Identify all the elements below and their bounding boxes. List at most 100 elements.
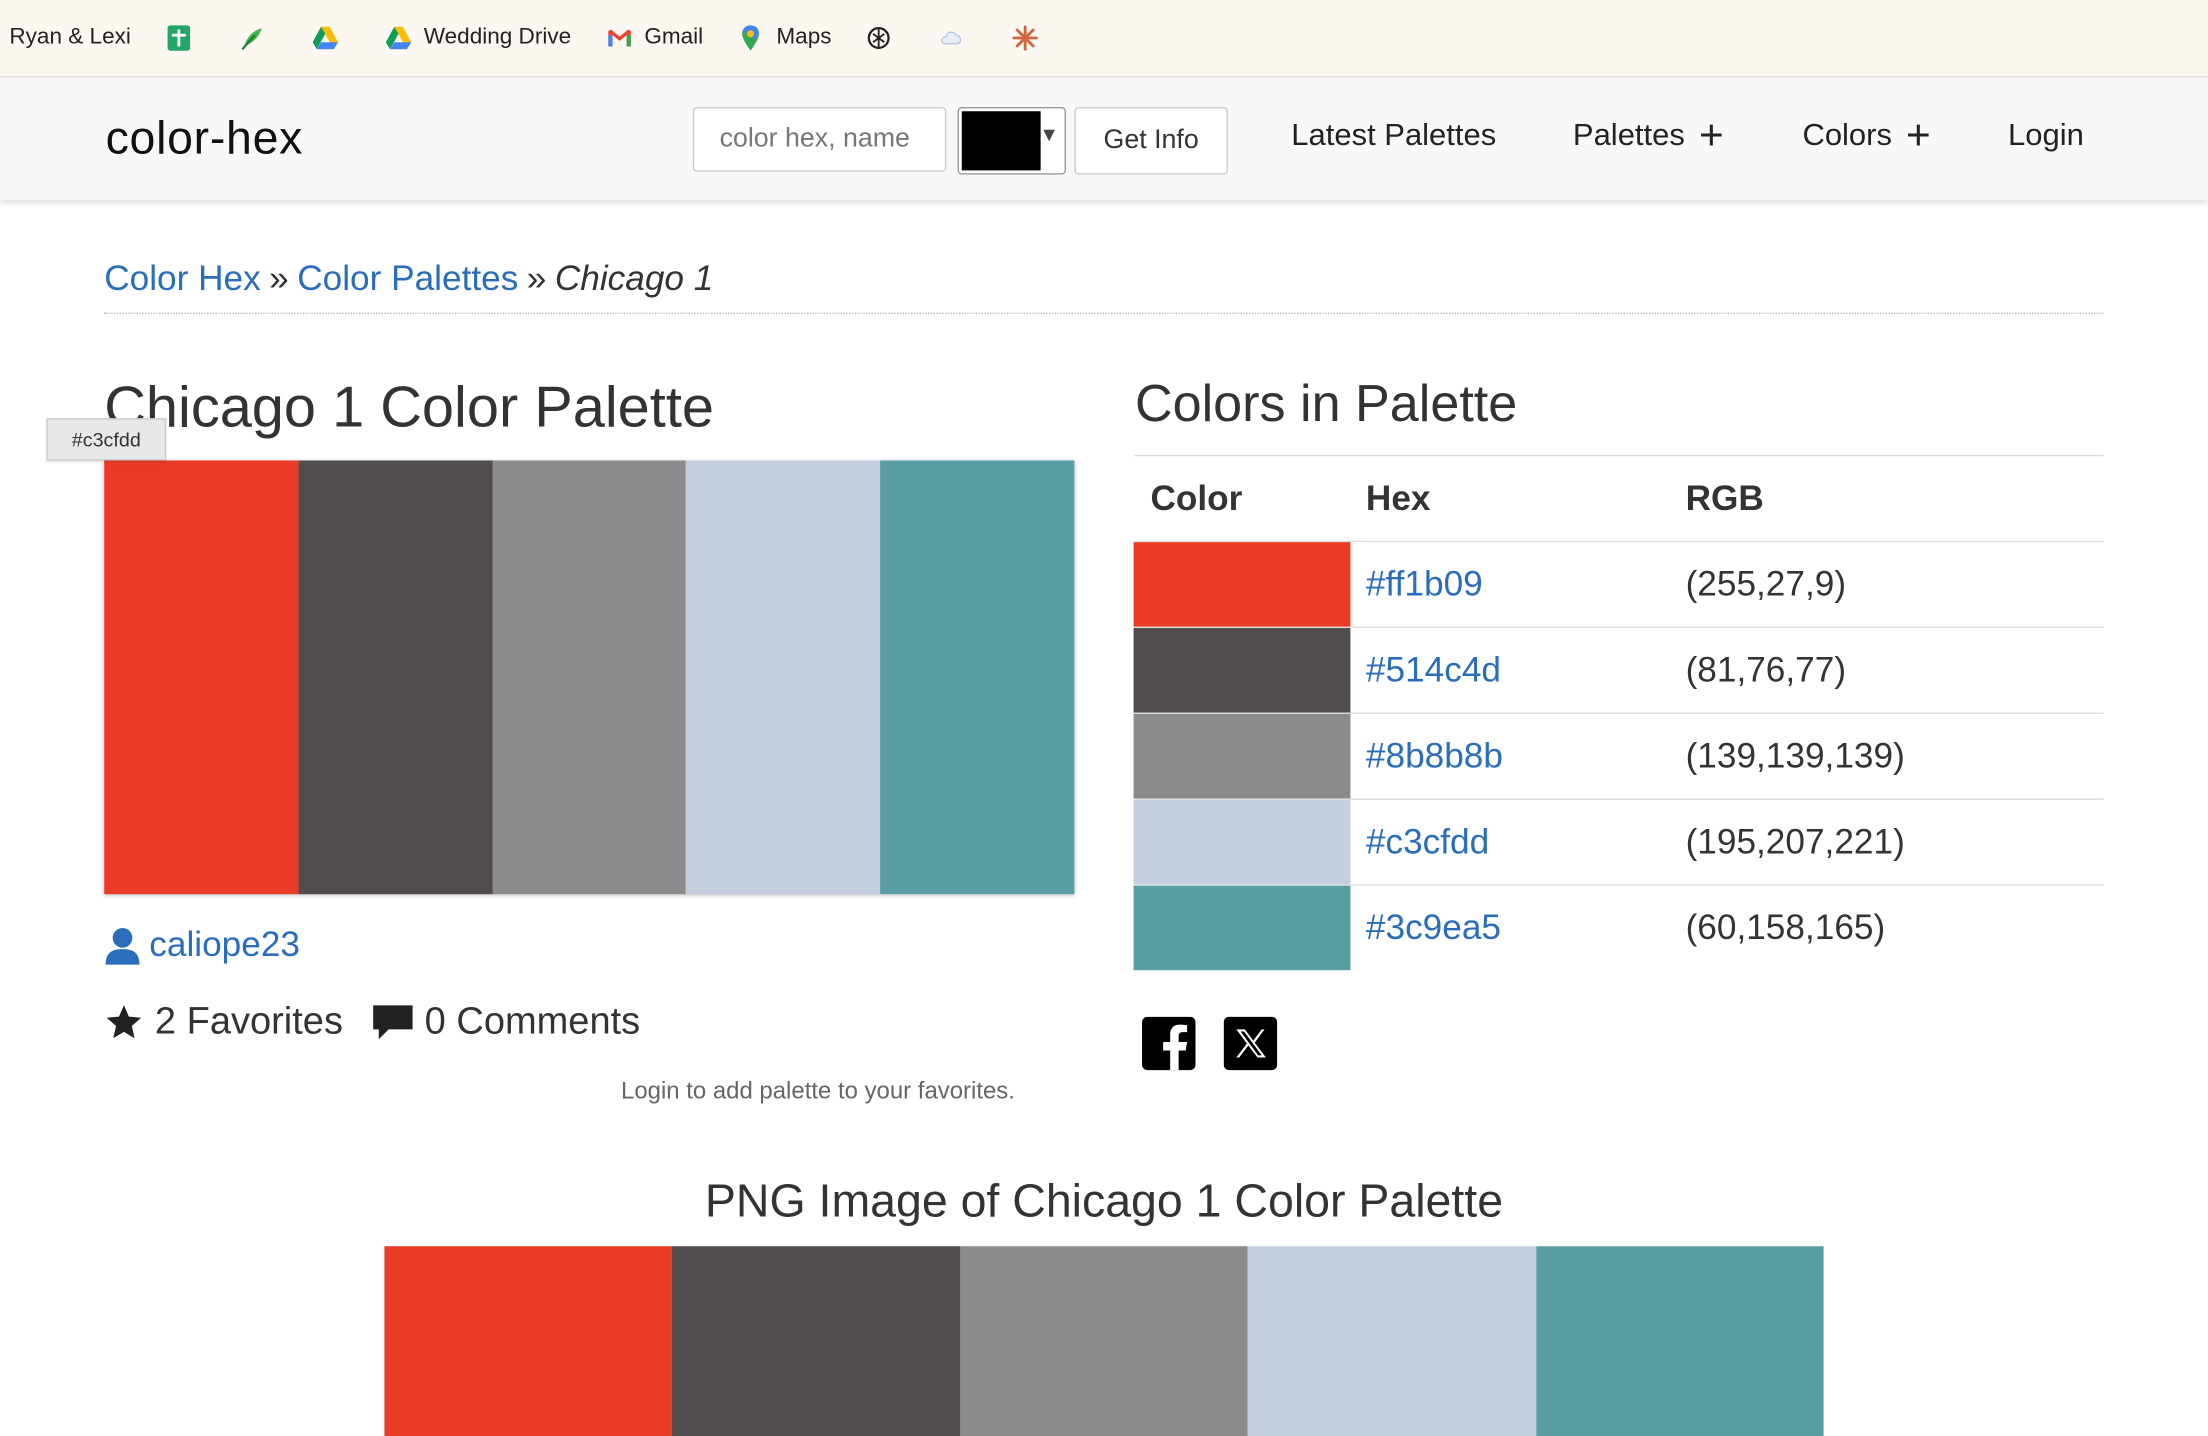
palette-preview bbox=[104, 460, 1075, 895]
color-tooltip: #c3cfdd bbox=[46, 418, 167, 461]
row-rgb: (255,27,9) bbox=[1685, 564, 1847, 605]
color-picker-swatch bbox=[961, 111, 1041, 171]
table-row: #ff1b09 (255,27,9) bbox=[1133, 542, 2104, 629]
png-color-1 bbox=[384, 1246, 673, 1436]
breadcrumb-separator: » bbox=[526, 259, 547, 299]
sheets-icon bbox=[167, 25, 191, 51]
bookmark-gmail[interactable]: Gmail bbox=[605, 24, 703, 52]
bookmark-ryan-lexi[interactable]: ‹ Ryan & Lexi bbox=[0, 25, 131, 50]
nav-latest-label: Latest Palettes bbox=[1291, 116, 1497, 153]
bookmark-wedding-drive[interactable]: Wedding Drive bbox=[384, 24, 571, 52]
table-row: #3c9ea5 (60,158,165) bbox=[1133, 885, 2104, 971]
png-color-4 bbox=[1247, 1246, 1536, 1436]
maps-icon bbox=[742, 25, 760, 51]
row-swatch bbox=[1133, 885, 1351, 971]
palette-color-1[interactable] bbox=[104, 460, 299, 895]
plus-icon: + bbox=[1698, 112, 1724, 160]
row-hex-link[interactable]: #ff1b09 bbox=[1366, 565, 1483, 606]
author-link[interactable]: caliope23 bbox=[104, 925, 300, 966]
bookmark-drive[interactable] bbox=[311, 24, 350, 52]
facebook-share-icon[interactable] bbox=[1142, 1016, 1196, 1071]
site-logo[interactable]: color-hex bbox=[106, 111, 303, 165]
x-share-icon[interactable] bbox=[1223, 1016, 1278, 1071]
bookmark-sheets[interactable] bbox=[165, 24, 204, 52]
row-hex-link[interactable]: #c3cfdd bbox=[1366, 822, 1489, 863]
palette-color-5[interactable] bbox=[880, 460, 1075, 895]
nav-colors-label: Colors bbox=[1802, 116, 1892, 153]
png-color-5 bbox=[1535, 1246, 1824, 1436]
nav-palettes-dropdown[interactable]: Palettes + bbox=[1572, 115, 1724, 157]
bookmark-cloud[interactable] bbox=[939, 24, 978, 52]
claude-icon bbox=[1013, 25, 1039, 51]
nav-login[interactable]: Login bbox=[2008, 117, 2084, 154]
openai-icon bbox=[868, 27, 891, 50]
user-icon bbox=[105, 927, 140, 964]
gmail-icon bbox=[607, 29, 631, 47]
plus-icon: + bbox=[1906, 112, 1931, 160]
table-row: #8b8b8b (139,139,139) bbox=[1133, 713, 2104, 800]
bookmark-claude[interactable] bbox=[1012, 24, 1051, 52]
breadcrumb: Color Hex» Color Palettes» Chicago 1 bbox=[104, 259, 2104, 315]
author-name: caliope23 bbox=[149, 925, 300, 965]
palette-stats: 2 Favorites 0 Comments bbox=[104, 1000, 640, 1044]
star-icon bbox=[106, 1004, 142, 1038]
png-color-3 bbox=[960, 1246, 1248, 1436]
comments-stat[interactable]: 0 Comments bbox=[371, 1000, 640, 1044]
colors-table: Color Hex RGB #ff1b09 (255,27,9) #514c4d… bbox=[1133, 454, 2104, 971]
nav-colors-dropdown[interactable]: Colors + bbox=[1802, 115, 1930, 157]
search-input[interactable] bbox=[692, 107, 947, 172]
bookmark-label: Wedding Drive bbox=[423, 25, 572, 50]
header-rgb: RGB bbox=[1685, 478, 1764, 519]
row-hex-link[interactable]: #514c4d bbox=[1366, 651, 1501, 692]
palette-color-2[interactable] bbox=[298, 460, 493, 895]
breadcrumb-home[interactable]: Color Hex bbox=[104, 259, 261, 298]
row-rgb: (139,139,139) bbox=[1685, 736, 1905, 776]
favorites-stat[interactable]: 2 Favorites bbox=[104, 1000, 343, 1044]
row-swatch bbox=[1133, 713, 1351, 799]
breadcrumb-palettes[interactable]: Color Palettes bbox=[297, 259, 518, 298]
table-header: Color Hex RGB bbox=[1133, 456, 2104, 543]
bookmark-label: Maps bbox=[776, 25, 832, 50]
png-palette-image bbox=[384, 1246, 1824, 1436]
row-hex-link[interactable]: #8b8b8b bbox=[1366, 736, 1503, 777]
palette-color-3[interactable] bbox=[492, 460, 687, 895]
feather-icon bbox=[241, 28, 262, 50]
cloud-icon bbox=[941, 31, 962, 45]
row-rgb: (60,158,165) bbox=[1685, 908, 1886, 948]
breadcrumb-separator: » bbox=[269, 259, 289, 299]
row-swatch bbox=[1133, 542, 1351, 627]
bookmark-feather[interactable] bbox=[238, 24, 277, 52]
nav-login-label: Login bbox=[2008, 116, 2084, 153]
color-picker[interactable]: ▼ bbox=[957, 107, 1066, 175]
row-rgb: (195,207,221) bbox=[1685, 822, 1905, 862]
bookmark-label: Gmail bbox=[644, 25, 704, 50]
row-swatch bbox=[1133, 628, 1351, 713]
page-title: Chicago 1 Color Palette bbox=[104, 374, 714, 440]
palette-color-4[interactable] bbox=[686, 460, 881, 895]
page-root: ‹ Ryan & Lexi bbox=[0, 0, 2208, 1436]
table-row: #c3cfdd (195,207,221) bbox=[1133, 799, 2104, 886]
bookmark-openai[interactable] bbox=[865, 24, 904, 52]
png-section-title: PNG Image of Chicago 1 Color Palette bbox=[704, 1174, 1504, 1227]
nav-palettes-label: Palettes bbox=[1572, 116, 1685, 153]
drive-icon bbox=[385, 26, 412, 50]
nav-latest-palettes[interactable]: Latest Palettes bbox=[1291, 117, 1496, 154]
bookmark-maps[interactable]: Maps bbox=[737, 24, 832, 52]
bookmark-label: Ryan & Lexi bbox=[9, 25, 131, 50]
comments-count: 0 Comments bbox=[424, 999, 641, 1043]
get-info-button[interactable]: Get Info bbox=[1074, 107, 1228, 175]
row-hex-link[interactable]: #3c9ea5 bbox=[1366, 908, 1501, 949]
dropdown-arrow-icon: ▼ bbox=[1039, 122, 1059, 146]
row-rgb: (81,76,77) bbox=[1685, 650, 1847, 690]
breadcrumb-current: Chicago 1 bbox=[554, 259, 714, 299]
table-row: #514c4d (81,76,77) bbox=[1133, 628, 2104, 714]
row-swatch bbox=[1133, 799, 1351, 885]
header-color: Color bbox=[1150, 478, 1243, 519]
favorites-count: 2 Favorites bbox=[154, 999, 343, 1043]
header-hex: Hex bbox=[1365, 478, 1431, 519]
png-color-2 bbox=[672, 1246, 961, 1436]
colors-section-title: Colors in Palette bbox=[1134, 374, 1518, 433]
login-note: Login to add palette to your favorites. bbox=[620, 1077, 1015, 1104]
drive-icon bbox=[312, 26, 338, 50]
comment-icon bbox=[372, 1004, 412, 1039]
